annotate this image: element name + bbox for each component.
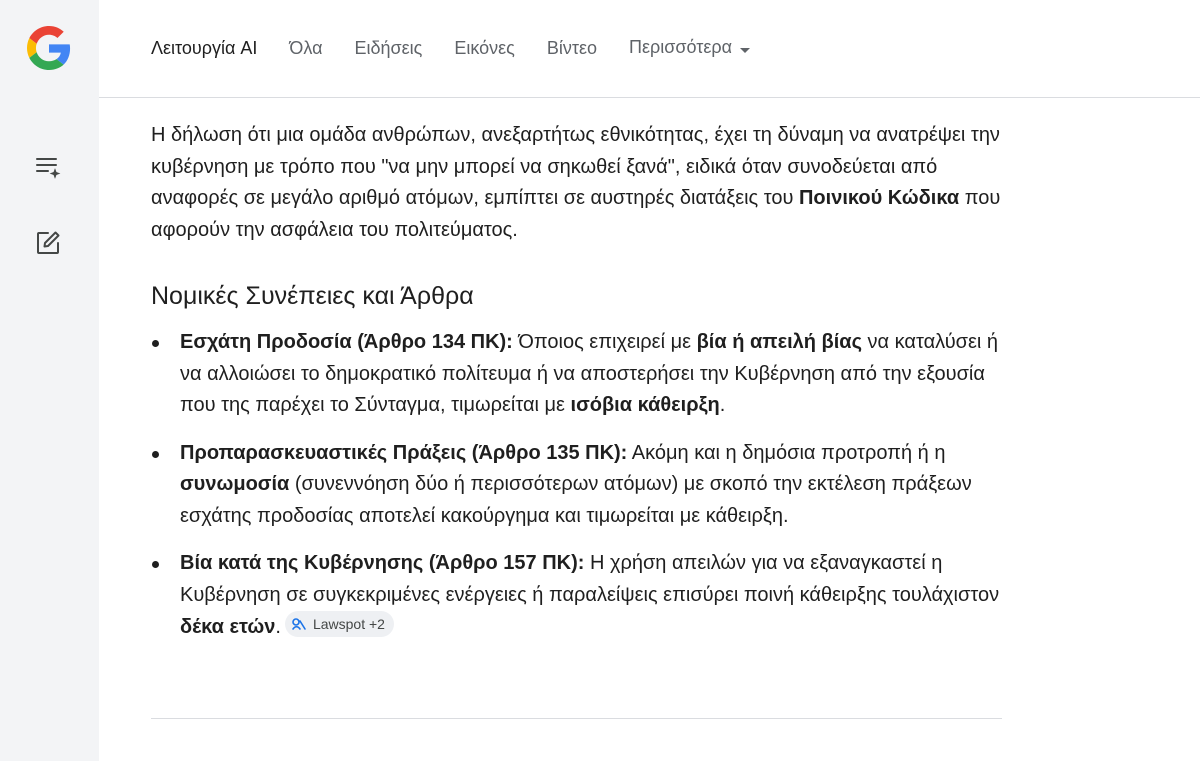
item-text: (συνεννόηση δύο ή περισσότερων ατόμων) μ… [180, 473, 972, 527]
tab-more[interactable]: Περισσότερα [629, 34, 751, 61]
tab-ai-mode[interactable]: Λειτουργία AI [151, 35, 257, 61]
ai-response: Η δήλωση ότι μια ομάδα ανθρώπων, ανεξαρτ… [151, 120, 1003, 660]
item-bold: βία ή απειλή βίας [696, 331, 862, 353]
item-bold: συνωμοσία [180, 473, 290, 495]
item-bold: δέκα ετών [180, 616, 276, 638]
tab-videos[interactable]: Βίντεο [547, 35, 597, 61]
tab-more-label: Περισσότερα [629, 37, 733, 57]
tab-all[interactable]: Όλα [289, 35, 322, 61]
new-chat-edit-icon[interactable] [28, 223, 68, 263]
item-bold: ισόβια κάθειρξη [570, 394, 720, 416]
source-link-icon [292, 618, 306, 630]
item-text: Όποιος επιχειρεί με [512, 331, 697, 353]
tab-images[interactable]: Εικόνες [454, 35, 515, 61]
legal-articles-list: Εσχάτη Προδοσία (Άρθρο 134 ΠΚ): Όποιος ε… [151, 327, 1003, 644]
item-title: Προπαρασκευαστικές Πράξεις (Άρθρο 135 ΠΚ… [180, 441, 628, 464]
item-title: Εσχάτη Προδοσία (Άρθρο 134 ΠΚ): [180, 331, 513, 353]
history-sparkle-icon[interactable] [28, 147, 68, 187]
item-text: Ακόμη και η δημόσια προτροπή ή η [627, 441, 946, 464]
intro-bold: Ποινικού Κώδικα [798, 187, 960, 209]
tab-news[interactable]: Ειδήσεις [355, 35, 423, 61]
intro-paragraph: Η δήλωση ότι μια ομάδα ανθρώπων, ανεξαρτ… [151, 120, 1003, 246]
google-logo[interactable] [27, 26, 71, 70]
list-item: Βία κατά της Κυβέρνησης (Άρθρο 157 ΠΚ): … [151, 548, 1003, 644]
source-chip[interactable]: Lawspot +2 [284, 611, 394, 637]
divider [151, 718, 1002, 719]
header: Λειτουργία AI Όλα Ειδήσεις Εικόνες Βίντε… [99, 0, 1200, 98]
sidebar [0, 0, 99, 761]
search-tabs: Λειτουργία AI Όλα Ειδήσεις Εικόνες Βίντε… [151, 34, 782, 61]
caret-down-icon [740, 35, 751, 61]
item-title: Βία κατά της Κυβέρνησης (Άρθρο 157 ΠΚ): [180, 552, 585, 574]
source-chip-label: Lawspot +2 [312, 616, 385, 632]
item-text: . [275, 616, 281, 638]
list-item: Εσχάτη Προδοσία (Άρθρο 134 ΠΚ): Όποιος ε… [151, 327, 1003, 422]
section-heading: Νομικές Συνέπειες και Άρθρα [151, 282, 474, 310]
list-item: Προπαρασκευαστικές Πράξεις (Άρθρο 135 ΠΚ… [151, 438, 1003, 533]
item-text: . [719, 394, 726, 416]
